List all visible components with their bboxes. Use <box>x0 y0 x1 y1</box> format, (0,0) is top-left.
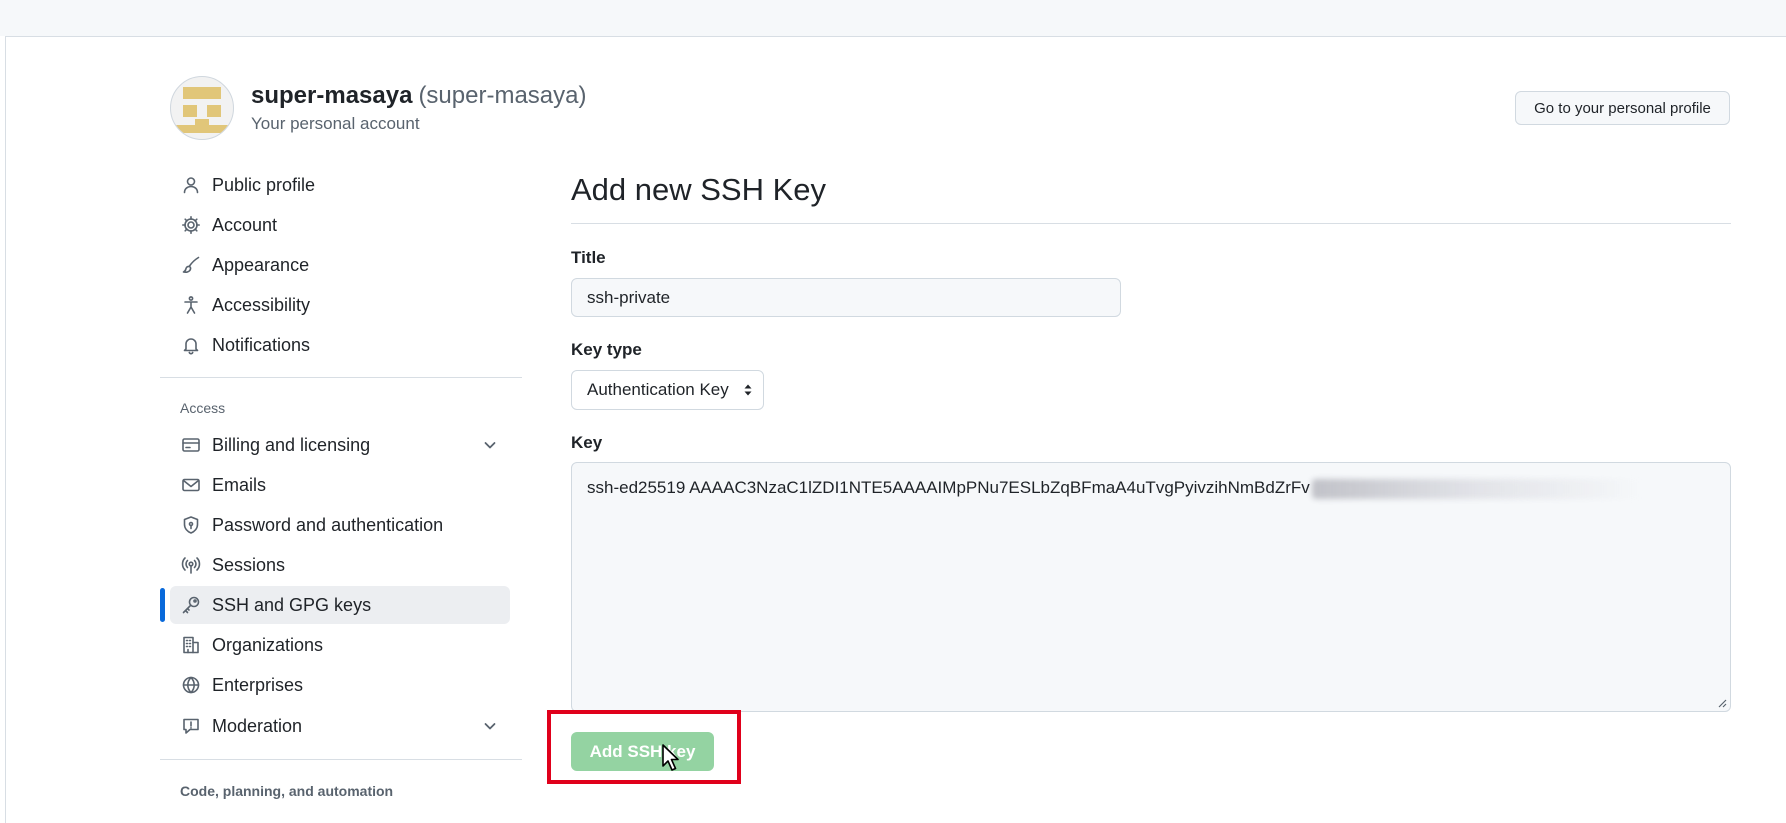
page-title: Add new SSH Key <box>571 172 827 207</box>
sidebar-item-accessibility[interactable]: Accessibility <box>170 286 510 324</box>
sidebar-item-label: Organizations <box>212 634 324 655</box>
avatar-pattern <box>183 87 221 99</box>
resize-handle-icon[interactable] <box>1717 698 1727 708</box>
paintbrush-icon <box>180 254 202 276</box>
go-to-profile-button[interactable]: Go to your personal profile <box>1515 91 1730 125</box>
sidebar-section-code: Code, planning, and automation <box>180 783 394 799</box>
key-value-text: ssh-ed25519 AAAAC3NzaC1lZDI1NTE5AAAAIMpP… <box>587 478 1310 497</box>
sidebar-item-public-profile[interactable]: Public profile <box>170 166 510 204</box>
active-indicator <box>160 588 165 622</box>
sidebar-section-access: Access <box>180 400 226 416</box>
sidebar-item-label: Public profile <box>212 174 316 195</box>
sidebar-item-account[interactable]: Account <box>170 206 510 244</box>
account-subtitle: Your personal account <box>251 114 420 133</box>
sidebar-item-billing[interactable]: Billing and licensing <box>170 426 510 464</box>
sidebar-item-sessions[interactable]: Sessions <box>170 546 510 584</box>
chevron-down-icon[interactable] <box>482 437 498 453</box>
key-value: ssh-ed25519 AAAAC3NzaC1lZDI1NTE5AAAAIMpP… <box>587 478 1642 499</box>
avatar-pattern <box>183 105 197 117</box>
sidebar-item-label: Emails <box>212 474 267 495</box>
account-handle: (super-masaya) <box>418 82 587 109</box>
sidebar-item-label: Moderation <box>212 715 303 736</box>
key-icon <box>180 594 202 616</box>
sidebar-item-label: Enterprises <box>212 674 304 695</box>
add-ssh-key-button[interactable]: Add SSH key <box>571 732 714 771</box>
title-divider <box>571 223 1731 224</box>
key-label: Key <box>571 433 603 452</box>
sidebar-divider <box>160 759 522 760</box>
sidebar-item-label: SSH and GPG keys <box>212 594 372 615</box>
key-textarea[interactable]: ssh-ed25519 AAAAC3NzaC1lZDI1NTE5AAAAIMpP… <box>571 462 1731 712</box>
organization-icon <box>180 634 202 656</box>
key-type-value: Authentication Key <box>587 380 729 399</box>
account-name: super-masaya (super-masaya) <box>251 82 586 110</box>
sidebar-item-label: Notifications <box>212 334 311 355</box>
key-type-select[interactable]: Authentication Key <box>571 370 764 410</box>
mail-icon <box>180 474 202 496</box>
person-icon <box>180 174 202 196</box>
bell-icon <box>180 334 202 356</box>
title-label: Title <box>571 248 606 267</box>
key-type-label: Key type <box>571 340 642 359</box>
account-username: super-masaya <box>251 82 413 109</box>
avatar-pattern <box>207 105 221 117</box>
accessibility-icon <box>180 294 202 316</box>
globe-icon <box>180 674 202 696</box>
sidebar-item-organizations[interactable]: Organizations <box>170 626 510 664</box>
chevron-down-icon[interactable] <box>482 718 498 734</box>
sidebar-divider <box>160 377 522 378</box>
broadcast-icon <box>180 554 202 576</box>
select-arrows-icon <box>744 384 752 396</box>
sidebar-item-label: Appearance <box>212 254 310 275</box>
title-input-value: ssh-private <box>587 287 671 307</box>
sidebar-item-label: Accessibility <box>212 294 311 315</box>
sidebar-item-appearance[interactable]: Appearance <box>170 246 510 284</box>
credit-card-icon <box>180 434 202 456</box>
sidebar-item-ssh-gpg-keys[interactable]: SSH and GPG keys <box>170 586 510 624</box>
avatar[interactable] <box>170 76 234 140</box>
avatar-pattern <box>175 125 229 133</box>
sidebar-item-label: Password and authentication <box>212 514 444 535</box>
sidebar-item-emails[interactable]: Emails <box>170 466 510 504</box>
sidebar-item-moderation[interactable]: Moderation <box>170 707 510 745</box>
title-input[interactable]: ssh-private <box>571 278 1121 317</box>
report-icon <box>180 715 202 737</box>
sidebar-item-password-authentication[interactable]: Password and authentication <box>170 506 510 544</box>
shield-lock-icon <box>180 514 202 536</box>
browser-top-strip <box>0 0 1786 36</box>
sidebar-item-label: Account <box>212 214 278 235</box>
gear-icon <box>180 214 202 236</box>
sidebar-item-notifications[interactable]: Notifications <box>170 326 510 364</box>
sidebar-item-enterprises[interactable]: Enterprises <box>170 666 510 704</box>
sidebar-item-label: Billing and licensing <box>212 434 371 455</box>
sidebar-item-label: Sessions <box>212 554 286 575</box>
redacted-blur <box>1311 478 1642 499</box>
